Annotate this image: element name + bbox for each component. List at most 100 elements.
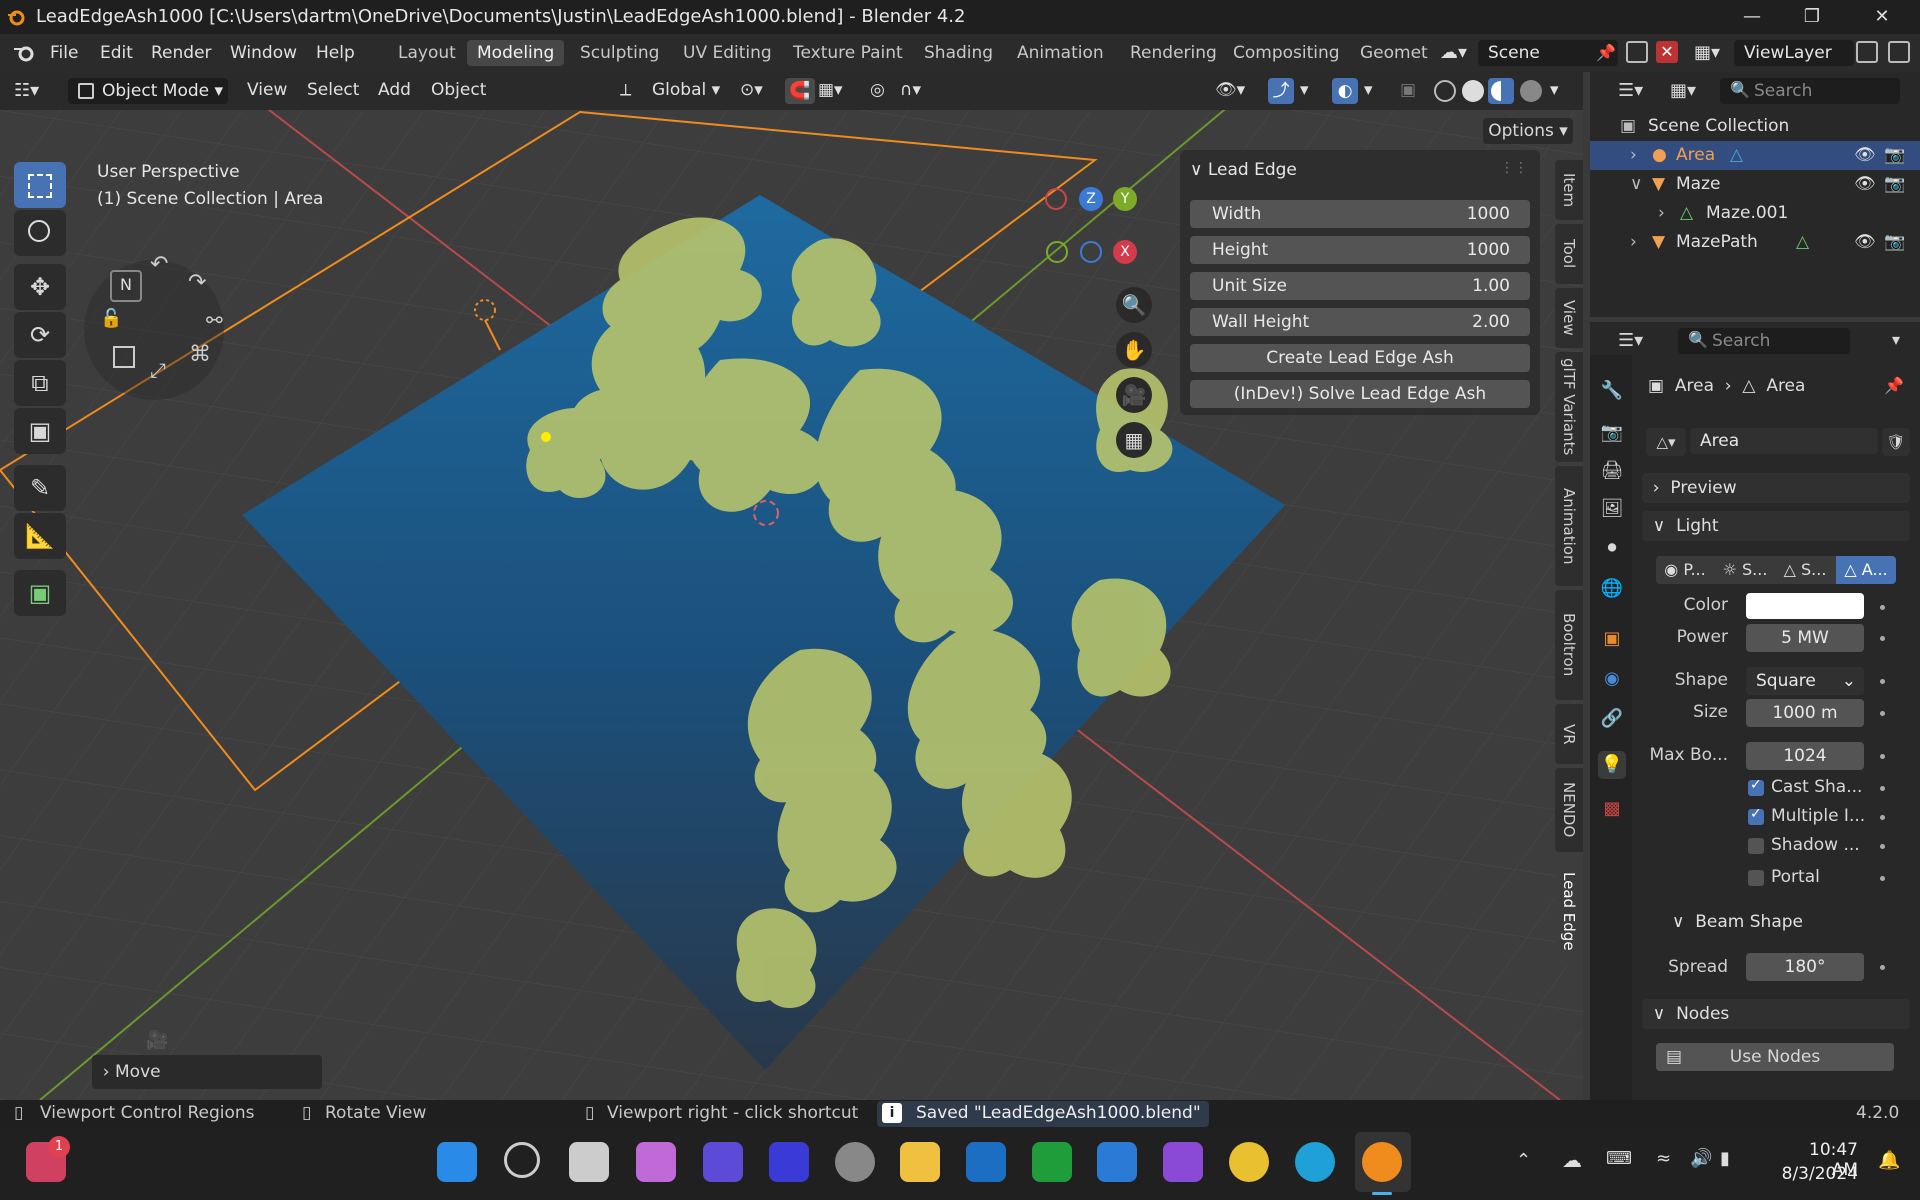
use-nodes-button[interactable]: ▤ Use Nodes	[1656, 1043, 1894, 1071]
sidebar-tab-tool[interactable]: Tool	[1555, 224, 1583, 284]
sidebar-tab-vr[interactable]: VR	[1555, 704, 1583, 764]
render-properties-tab[interactable]: 📷	[1598, 419, 1626, 447]
fullscreen-icon[interactable]: ⤢	[150, 358, 166, 382]
node-link-icon[interactable]: ⚯	[206, 308, 223, 332]
linear-app-icon[interactable]	[703, 1142, 743, 1182]
edge-icon[interactable]	[1295, 1142, 1335, 1182]
light-datablock-browse-icon[interactable]: △▾	[1646, 428, 1686, 456]
frame-selected-icon[interactable]	[113, 346, 135, 368]
keyframe-dot[interactable]	[1880, 844, 1885, 849]
xbox-icon[interactable]	[1032, 1142, 1072, 1182]
keyframe-dot[interactable]	[1880, 679, 1885, 684]
close-window-button[interactable]: ✕	[1854, 0, 1910, 34]
microsoft-store-icon[interactable]	[1097, 1142, 1137, 1182]
blender-menu-icon[interactable]	[12, 43, 36, 63]
sidebar-tab-animation[interactable]: Animation	[1555, 466, 1583, 586]
gizmo-neg-z[interactable]	[1080, 241, 1102, 263]
add-cube-tool[interactable]: ▣	[14, 570, 66, 616]
battery-icon[interactable]: ▮	[1720, 1148, 1730, 1169]
nodes-section-header[interactable]: ∨ Nodes	[1642, 999, 1910, 1029]
local-view-icon[interactable]: ⌘	[189, 342, 211, 367]
unit-size-field[interactable]: Unit Size 1.00	[1190, 272, 1530, 300]
lead-edge-panel-header[interactable]: ∨ Lead Edge	[1190, 160, 1297, 180]
transform-tool[interactable]: ▣	[14, 408, 66, 454]
onedrive-cloud-icon[interactable]: ☁	[1562, 1148, 1582, 1172]
workspace-tab-texture-paint[interactable]: Texture Paint	[783, 40, 913, 66]
properties-editor-type-icon[interactable]: ☰▾	[1618, 330, 1643, 351]
scale-tool[interactable]: ⧉	[14, 360, 66, 406]
wifi-icon[interactable]: ≈	[1656, 1148, 1671, 1169]
tool-properties-tab[interactable]: 🔧	[1598, 377, 1626, 405]
workspace-tab-shading[interactable]: Shading	[914, 40, 1003, 66]
sun-light-button[interactable]: ☼ S...	[1716, 556, 1774, 584]
sidebar-tab-gltf-variants[interactable]: glTF Variants	[1555, 352, 1583, 462]
windows-start-icon[interactable]	[437, 1142, 477, 1182]
render-camera-icon[interactable]: 📷	[1884, 170, 1905, 199]
viewport-menu-view[interactable]: View	[247, 80, 287, 100]
sidebar-tab-view[interactable]: View	[1555, 288, 1583, 348]
object-properties-tab[interactable]: ▣	[1598, 625, 1626, 653]
new-view-layer-icon[interactable]	[1856, 41, 1878, 63]
keyframe-dot[interactable]	[1880, 711, 1885, 716]
file-explorer-icon[interactable]	[900, 1142, 940, 1182]
pan-view-icon[interactable]: ✋	[1116, 332, 1152, 368]
view-layer-field[interactable]: ViewLayer	[1734, 40, 1854, 66]
wireframe-shading-icon[interactable]	[1434, 80, 1456, 102]
world-properties-tab[interactable]: 🌐	[1598, 575, 1626, 603]
select-box-tool[interactable]	[14, 162, 66, 208]
settings-gear-icon[interactable]	[835, 1142, 875, 1182]
camera-view-icon[interactable]: 🎥	[1116, 377, 1152, 413]
expand-icon[interactable]: ›	[1630, 228, 1637, 257]
gizmo-dropdown-icon[interactable]: ▾	[1300, 80, 1309, 100]
outliner-row-maze-001[interactable]: › △ Maze.001	[1590, 199, 1920, 228]
outliner-row-scene-collection[interactable]: ▣ Scene Collection	[1590, 112, 1920, 141]
shape-dropdown[interactable]: Square ⌄	[1746, 667, 1864, 695]
keyframe-dot[interactable]	[1880, 636, 1885, 641]
spread-field[interactable]: 180°	[1746, 953, 1864, 981]
outliner-row-area[interactable]: › ● Area △ 👁 📷	[1590, 141, 1920, 170]
width-field[interactable]: Width 1000	[1190, 200, 1530, 228]
pin-icon[interactable]: 📌	[1596, 43, 1616, 62]
last-operator-panel[interactable]: › Move	[92, 1055, 322, 1089]
keyboard-icon[interactable]: ⌨	[1606, 1148, 1632, 1169]
zoom-view-icon[interactable]: 🔍	[1116, 287, 1152, 323]
workspace-tab-sculpting[interactable]: Sculpting	[570, 40, 669, 66]
workspace-tab-compositing[interactable]: Compositing	[1223, 40, 1350, 66]
shadow-caustics-checkbox[interactable]	[1748, 838, 1764, 854]
output-properties-tab[interactable]: 🖨	[1598, 457, 1626, 485]
keyframe-dot[interactable]	[1880, 815, 1885, 820]
outliner-row-mazepath[interactable]: › ▼ MazePath △ 👁 📷	[1590, 228, 1920, 257]
gizmo-neg-x[interactable]	[1045, 188, 1067, 210]
overlay-dropdown-icon[interactable]: ▾	[1364, 80, 1373, 100]
workspace-tab-uv-editing[interactable]: UV Editing	[673, 40, 782, 66]
height-field[interactable]: Height 1000	[1190, 236, 1530, 264]
terminal-app-icon[interactable]	[769, 1142, 809, 1182]
n-panel-toggle-icon[interactable]: N	[110, 270, 142, 302]
beam-shape-subpanel-header[interactable]: ∨ Beam Shape	[1672, 912, 1803, 932]
cursor-tool[interactable]	[14, 210, 66, 256]
pivot-point-icon[interactable]: ⊙▾	[740, 80, 763, 100]
visibility-icon[interactable]: 👁▾	[1215, 80, 1245, 100]
move-tool[interactable]: ✥	[14, 264, 66, 310]
taskbar-date[interactable]: 8/3/2024	[1768, 1164, 1858, 1184]
outliner-editor-type-icon[interactable]: ☰▾	[1618, 80, 1643, 101]
measure-tool[interactable]: 📐	[14, 513, 66, 559]
keyframe-dot[interactable]	[1880, 876, 1885, 881]
workspace-tab-animation[interactable]: Animation	[1007, 40, 1114, 66]
rotate-tool[interactable]: ⟳	[14, 312, 66, 358]
fake-user-shield-icon[interactable]: 🛡	[1882, 428, 1910, 456]
max-bounces-field[interactable]: 1024	[1746, 742, 1864, 770]
cast-shadow-checkbox[interactable]: ✓	[1748, 777, 1764, 796]
render-camera-icon[interactable]: 📷	[1884, 228, 1905, 257]
view-layer-icon[interactable]: ▦▾	[1694, 42, 1720, 63]
texture-properties-tab[interactable]: ▩	[1598, 795, 1626, 823]
redo-icon[interactable]: ↷	[188, 270, 206, 295]
expand-icon[interactable]: ›	[1658, 199, 1665, 228]
render-camera-icon[interactable]: 📷	[1884, 141, 1905, 170]
proportional-edit-icon[interactable]: ◎	[870, 80, 885, 100]
keyframe-dot[interactable]	[1880, 754, 1885, 759]
scene-selector-icon[interactable]: ☁▾	[1440, 42, 1467, 63]
chrome-icon[interactable]	[1229, 1142, 1269, 1182]
sidebar-tab-lead-edge[interactable]: Lead Edge	[1555, 856, 1583, 966]
notification-bell-icon[interactable]: 🔔	[1878, 1150, 1900, 1171]
